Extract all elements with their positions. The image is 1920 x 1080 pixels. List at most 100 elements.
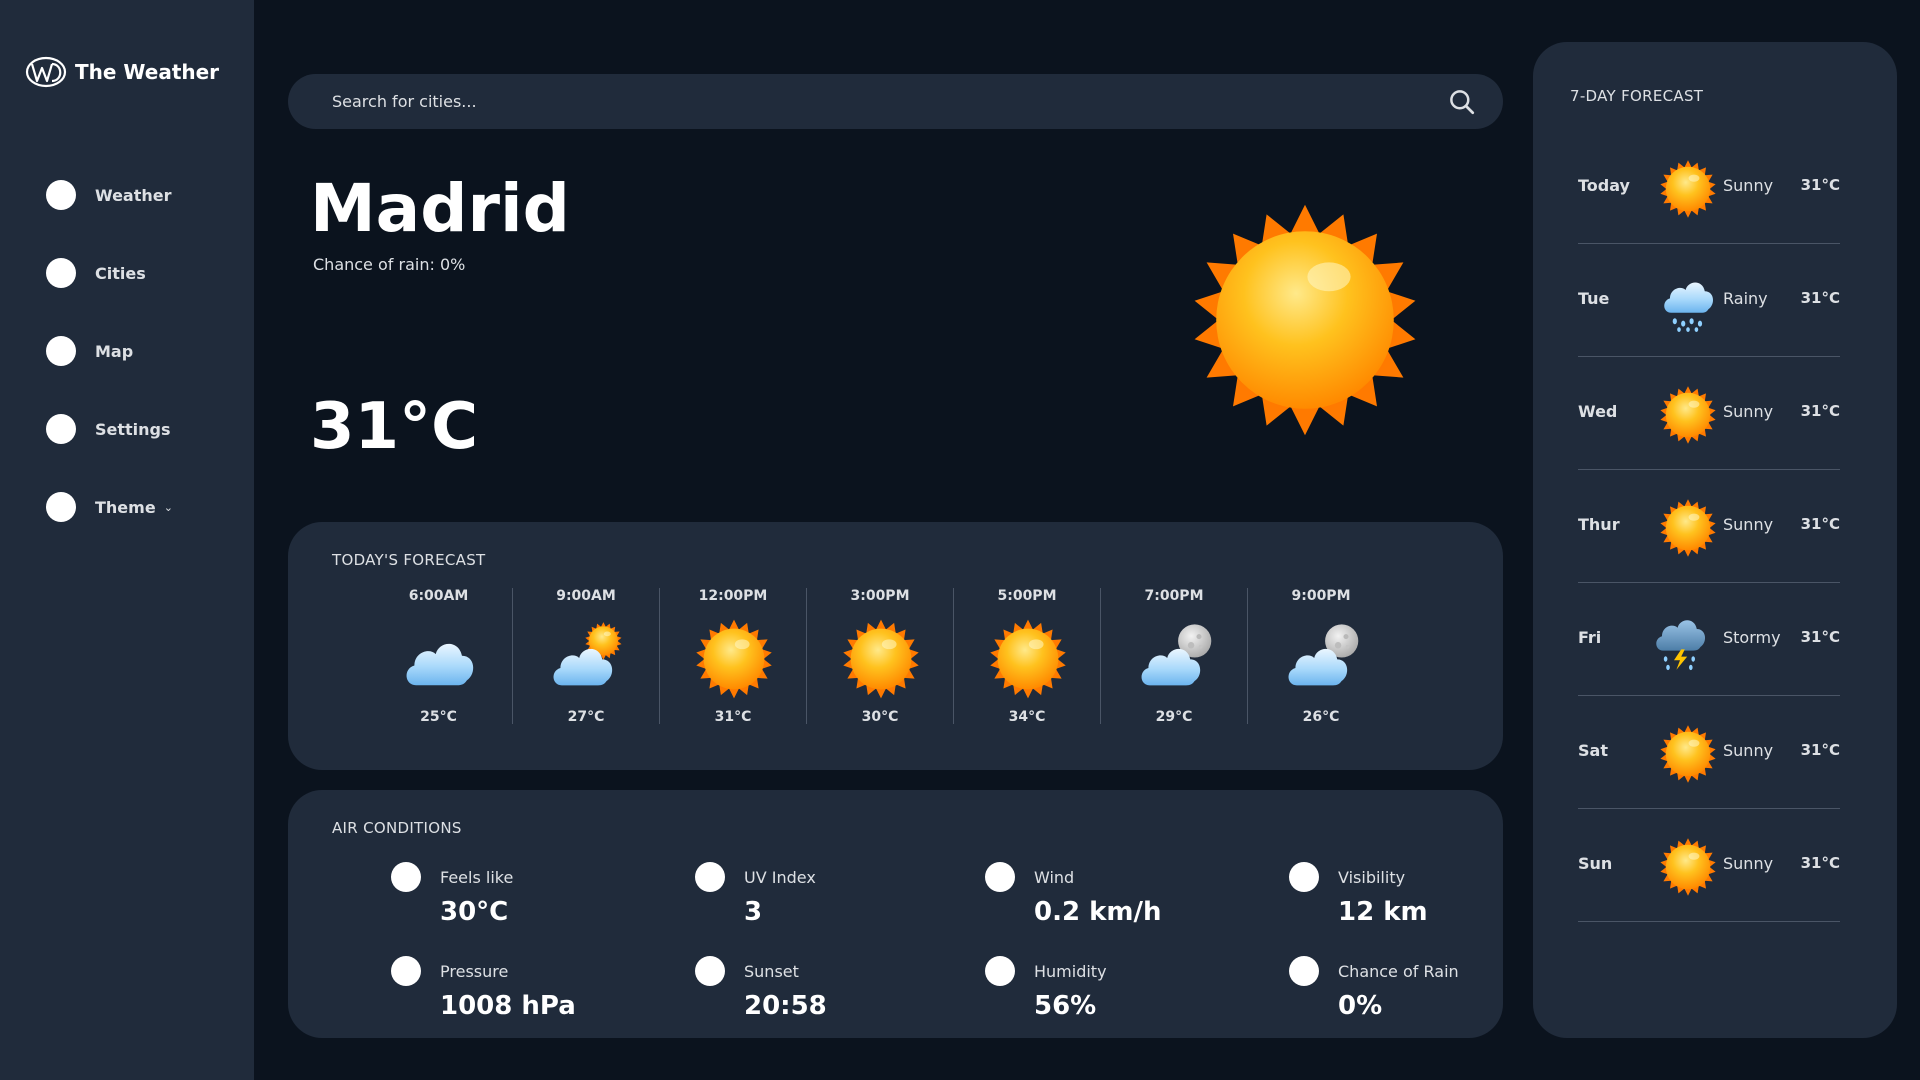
- sidebar-item-label: Weather: [95, 185, 172, 205]
- day-name: Thur: [1578, 515, 1620, 534]
- hour-time: 6:00AM: [408, 588, 469, 604]
- metric-value: 1008 hPa: [440, 991, 576, 1021]
- sidebar-item-map[interactable]: Map: [46, 336, 173, 366]
- humidity-icon: [985, 956, 1015, 986]
- weather-logo-icon: [25, 56, 67, 88]
- metric-label: Humidity: [1034, 962, 1107, 981]
- weather-nav-icon: [46, 180, 76, 210]
- hourly-forecast-list: 6:00AM 25°C 9:00AM 27°C 12:00PM 31°C 3:0…: [365, 588, 1394, 725]
- metric-value: 3: [744, 897, 763, 927]
- hour-temp: 29°C: [1155, 709, 1193, 725]
- day-row-thur: Thur Sunny 31°C: [1578, 471, 1840, 583]
- theme-nav-icon: [46, 492, 76, 522]
- day-row-sat: Sat Sunny 31°C: [1578, 697, 1840, 809]
- search-input[interactable]: [332, 74, 1412, 129]
- day-condition: Sunny: [1723, 176, 1774, 195]
- day-name: Sun: [1578, 854, 1613, 873]
- sidebar: The Weather Weather Cities Map Settings …: [0, 0, 254, 1080]
- metric-label: Sunset: [744, 962, 799, 981]
- sun-icon: [840, 618, 922, 700]
- metric-value: 0%: [1338, 991, 1383, 1021]
- map-nav-icon: [46, 336, 76, 366]
- panel-title: AIR CONDITIONS: [332, 819, 462, 837]
- day-condition: Stormy: [1723, 628, 1781, 647]
- sun-icon: [1658, 159, 1718, 219]
- day-temp: 31°C: [1800, 402, 1840, 420]
- metric-sunset: Sunset 20:58: [695, 956, 955, 1026]
- sun-icon: [1658, 724, 1718, 784]
- hour-temp: 31°C: [714, 709, 752, 725]
- day-temp: 31°C: [1800, 854, 1840, 872]
- day-name: Wed: [1578, 402, 1618, 421]
- hour-temp: 25°C: [420, 709, 457, 725]
- metric-label: Visibility: [1338, 868, 1406, 887]
- sun-icon: [693, 618, 775, 700]
- search-bar: [288, 74, 1503, 129]
- sun-icon: [1658, 385, 1718, 445]
- hour-item: 12:00PM 31°C: [659, 588, 806, 725]
- metric-label: Wind: [1034, 868, 1075, 887]
- metric-label: Chance of Rain: [1338, 962, 1459, 981]
- raindrop-icon: [1289, 956, 1319, 986]
- metric-pressure: Pressure 1008 hPa: [391, 956, 651, 1026]
- hour-time: 9:00AM: [556, 588, 616, 604]
- metric-wind: Wind 0.2 km/h: [985, 862, 1245, 932]
- day-row-today: Today Sunny 31°C: [1578, 132, 1840, 244]
- sidebar-item-cities[interactable]: Cities: [46, 258, 173, 288]
- settings-nav-icon: [46, 414, 76, 444]
- sidebar-item-label: Cities: [95, 263, 146, 283]
- thermometer-icon: [391, 862, 421, 892]
- partly-sunny-icon: [553, 622, 622, 686]
- hour-item: 5:00PM 34°C: [953, 588, 1100, 725]
- sidebar-item-label: Map: [95, 341, 134, 361]
- sidebar-item-weather[interactable]: Weather: [46, 180, 173, 210]
- day-temp: 31°C: [1800, 289, 1840, 307]
- metric-value: 0.2 km/h: [1034, 897, 1162, 927]
- metric-value: 30°C: [440, 897, 509, 927]
- sun-icon: [1658, 498, 1718, 558]
- metric-label: UV Index: [744, 868, 816, 887]
- sidebar-item-theme[interactable]: Theme ⌄: [46, 492, 173, 522]
- metric-feels-like: Feels like 30°C: [391, 862, 651, 932]
- day-name: Today: [1578, 176, 1630, 195]
- hour-time: 3:00PM: [850, 588, 910, 604]
- wind-icon: [985, 862, 1015, 892]
- day-row-wed: Wed Sunny 31°C: [1578, 358, 1840, 470]
- hour-item: 3:00PM 30°C: [806, 588, 953, 725]
- day-row-tue: Tue Rainy 31°C: [1578, 245, 1840, 357]
- sunset-icon: [695, 956, 725, 986]
- rain-cloud-icon: [1664, 282, 1714, 332]
- search-icon[interactable]: [1448, 88, 1475, 115]
- hour-time: 9:00PM: [1291, 588, 1351, 604]
- app-logo[interactable]: The Weather: [25, 56, 219, 88]
- hour-item: 9:00AM 27°C: [512, 588, 659, 725]
- day-name: Fri: [1578, 628, 1602, 647]
- hour-temp: 34°C: [1008, 709, 1046, 725]
- todays-forecast-panel: TODAY'S FORECAST 6:00AM 25°C 9:00AM 27°C…: [288, 522, 1503, 770]
- hour-item: 9:00PM 26°C: [1247, 588, 1394, 725]
- metric-value: 56%: [1034, 991, 1097, 1021]
- hour-time: 5:00PM: [997, 588, 1057, 604]
- day-row-sun: Sun Sunny 31°C: [1578, 810, 1840, 922]
- sun-icon: [1658, 837, 1718, 897]
- day-condition: Rainy: [1723, 289, 1768, 308]
- chevron-down-icon[interactable]: ⌄: [164, 501, 173, 514]
- sidebar-item-label: Settings: [95, 419, 171, 439]
- hour-temp: 30°C: [861, 709, 899, 725]
- hour-item: 6:00AM 25°C: [365, 588, 512, 725]
- day-condition: Sunny: [1723, 741, 1774, 760]
- day-temp: 31°C: [1800, 515, 1840, 533]
- hour-temp: 27°C: [567, 709, 605, 725]
- cloud-moon-icon: [1141, 624, 1212, 686]
- sidebar-item-settings[interactable]: Settings: [46, 414, 173, 444]
- metric-visibility: Visibility 12 km: [1289, 862, 1549, 932]
- cities-nav-icon: [46, 258, 76, 288]
- hour-item: 7:00PM 29°C: [1100, 588, 1247, 725]
- cloud-icon: [398, 618, 480, 700]
- eye-icon: [1289, 862, 1319, 892]
- day-condition: Sunny: [1723, 854, 1774, 873]
- day-temp: 31°C: [1800, 628, 1840, 646]
- sidebar-item-label: Theme: [95, 497, 156, 517]
- day-condition: Sunny: [1723, 402, 1774, 421]
- sidebar-nav: Weather Cities Map Settings Theme ⌄: [46, 180, 173, 570]
